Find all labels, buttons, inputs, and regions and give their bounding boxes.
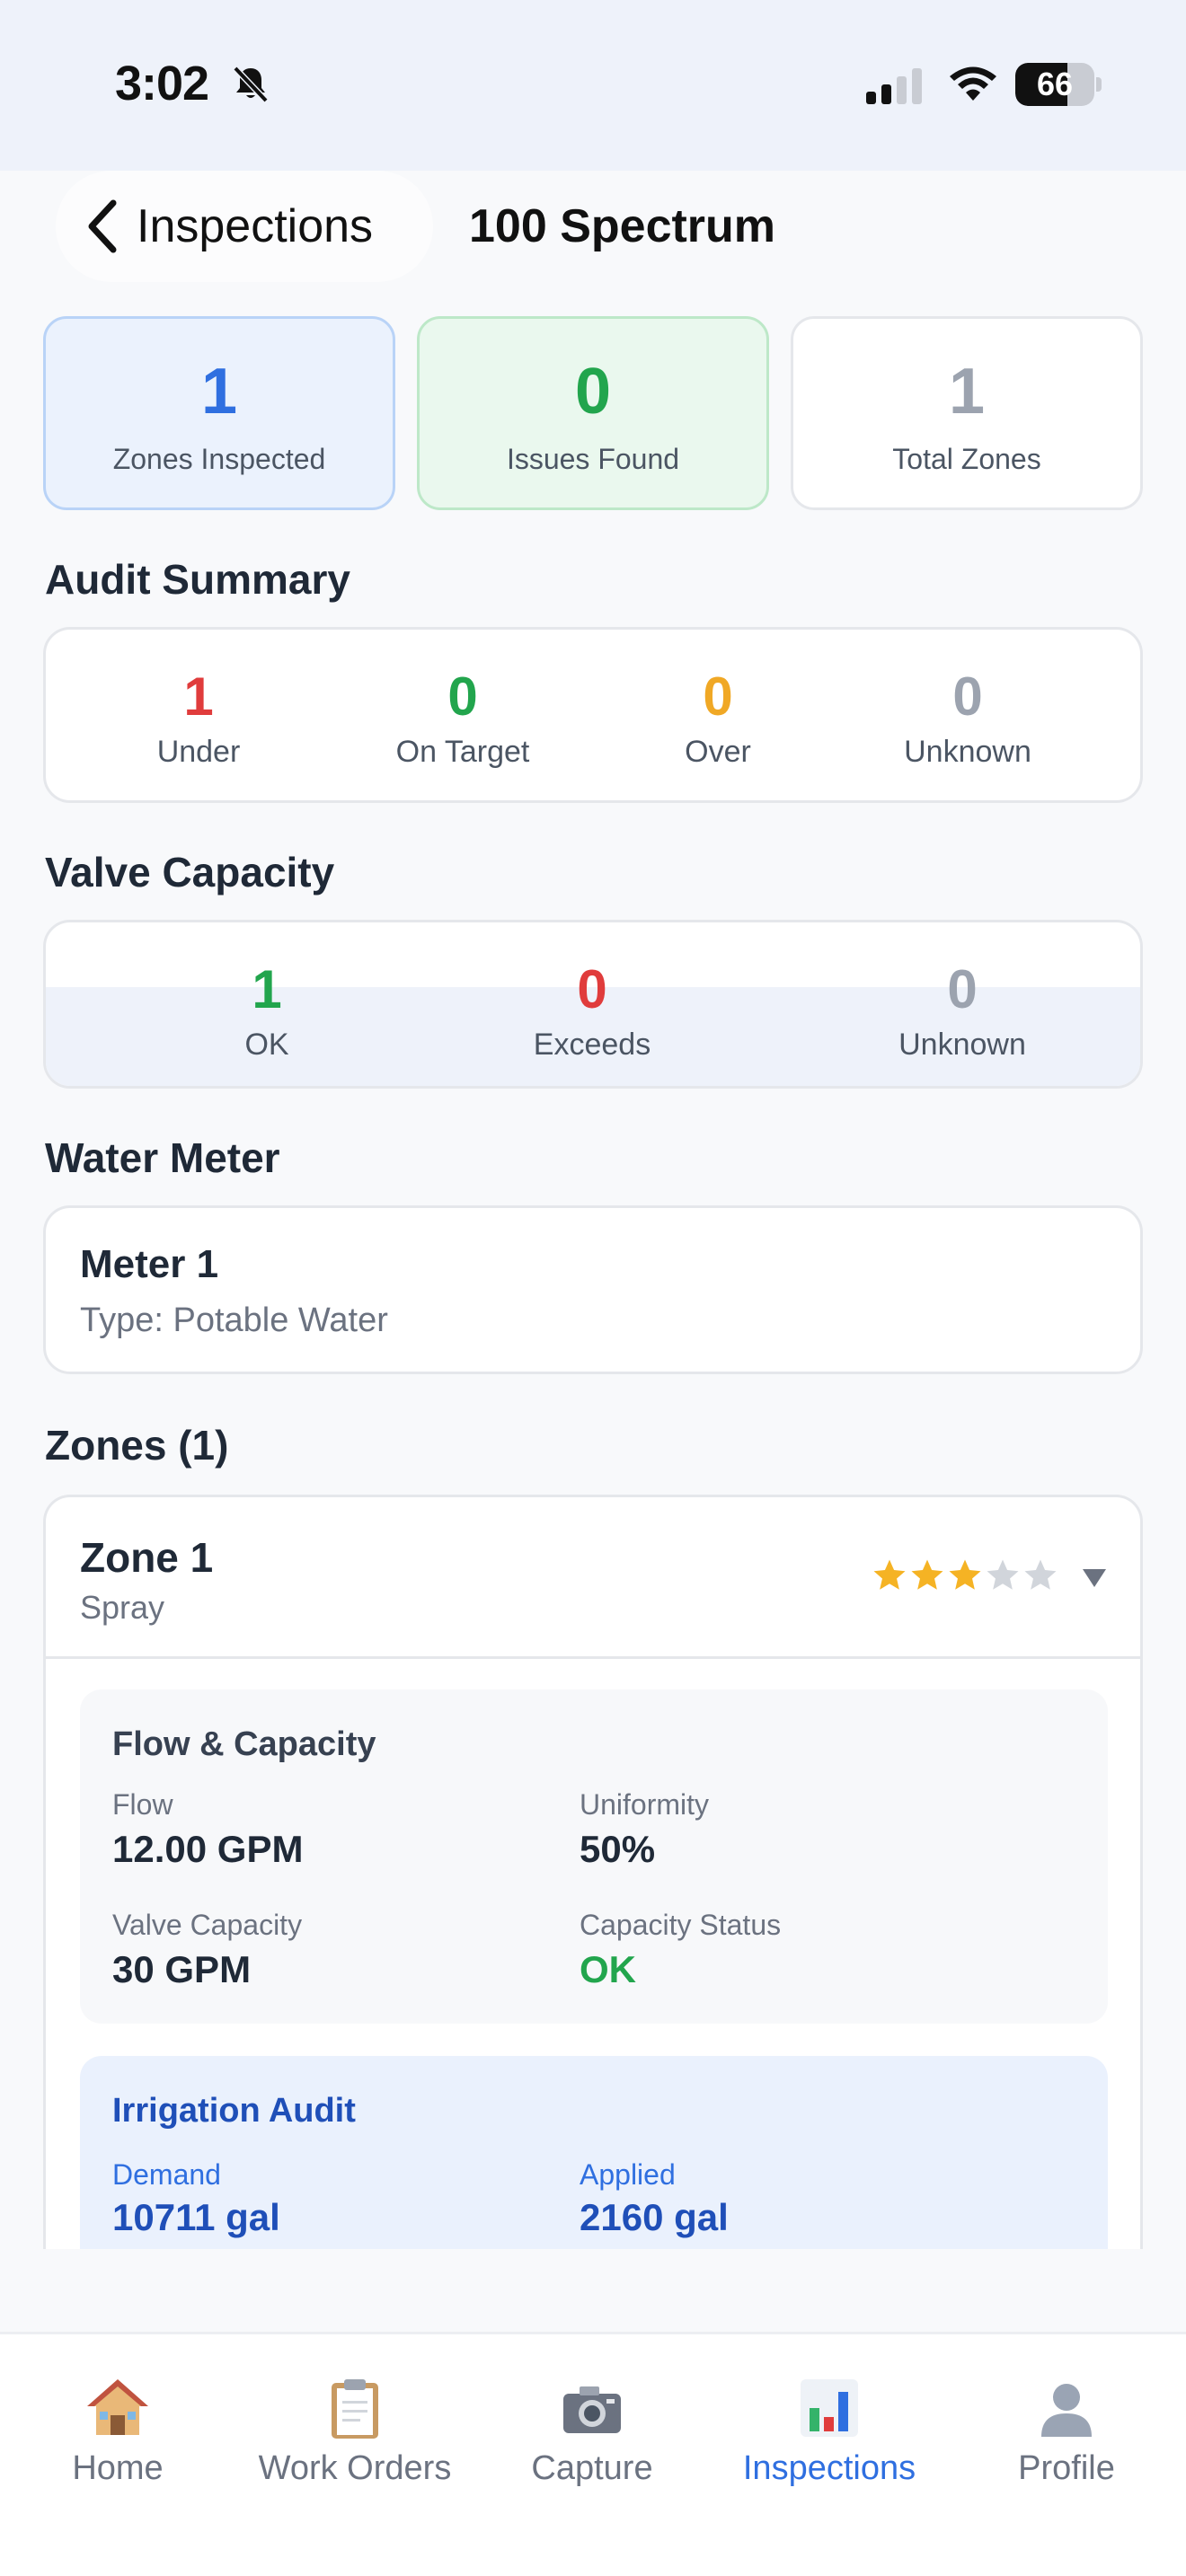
- star-filled-icon: [873, 1559, 906, 1590]
- valve-capacity-label: Valve Capacity: [112, 1909, 303, 1941]
- flow-capacity-section: Flow & Capacity Flow 12.00 GPM Uniformit…: [80, 1689, 1108, 2024]
- valve-unknown-metric: 0 Unknown: [898, 959, 1026, 1062]
- audit-unknown-metric: 0 Unknown: [904, 666, 1031, 769]
- wifi-icon: [950, 66, 996, 101]
- battery-indicator: 66: [1015, 63, 1102, 106]
- zones-inspected-card: 1 Zones Inspected: [43, 316, 395, 510]
- capacity-status-label: Capacity Status: [580, 1909, 782, 1941]
- valve-capacity-heading: Valve Capacity: [45, 849, 335, 895]
- water-meter-card[interactable]: Meter 1 Type: Potable Water: [43, 1205, 1143, 1374]
- back-label: Inspections: [137, 200, 374, 252]
- applied-label: Applied: [580, 2158, 676, 2191]
- irrigation-audit-title: Irrigation Audit: [112, 2092, 356, 2130]
- cellular-signal-icon: [866, 68, 922, 104]
- flow-capacity-title: Flow & Capacity: [112, 1725, 376, 1763]
- valve-capacity-value: 30 GPM: [112, 1948, 252, 1990]
- house-icon: [87, 2379, 148, 2435]
- uniformity-label: Uniformity: [580, 1788, 710, 1821]
- bell-slash-icon: [233, 66, 269, 103]
- clipboard-icon: [332, 2379, 378, 2439]
- flow-label: Flow: [112, 1788, 173, 1821]
- flow-value: 12.00 GPM: [112, 1828, 304, 1870]
- valve-capacity-panel: 1 OK 0 Exceeds 0 Unknown: [43, 920, 1143, 1089]
- app-screen: 3:02 66 Inspections 100 Spectrum 1 Zones…: [0, 0, 1186, 2576]
- zones-heading: Zones (1): [45, 1422, 229, 1469]
- audit-over-metric: 0 Over: [685, 666, 751, 769]
- irrigation-audit-section: Irrigation Audit Demand 10711 gal Applie…: [80, 2056, 1108, 2249]
- star-empty-icon: [1024, 1559, 1057, 1590]
- back-button[interactable]: Inspections: [56, 171, 433, 282]
- audit-under-metric: 1 Under: [156, 666, 241, 769]
- total-zones-card: 1 Total Zones: [791, 316, 1143, 510]
- tab-inspections[interactable]: Inspections: [717, 2376, 942, 2488]
- zone-card: Zone 1 Spray Flow & Capacity Flow 12.00 …: [43, 1495, 1143, 2249]
- tab-home[interactable]: Home: [5, 2376, 230, 2488]
- zone-name: Zone 1: [80, 1534, 214, 1581]
- status-bar: 3:02 66: [0, 0, 1186, 171]
- uniformity-value: 50%: [580, 1828, 656, 1870]
- person-icon: [1041, 2384, 1092, 2437]
- zone-header[interactable]: Zone 1 Spray: [46, 1497, 1140, 1659]
- demand-value: 10711 gal: [112, 2196, 280, 2238]
- valve-exceeds-metric: 0 Exceeds: [533, 959, 651, 1062]
- tab-profile[interactable]: Profile: [954, 2376, 1179, 2488]
- applied-value: 2160 gal: [580, 2196, 729, 2238]
- zone-type: Spray: [80, 1589, 165, 1626]
- capacity-status-value: OK: [580, 1948, 636, 1990]
- chevron-left-icon: [88, 199, 117, 253]
- audit-summary-panel: 1 Under 0 On Target 0 Over 0 Unknown: [43, 627, 1143, 803]
- chevron-down-icon[interactable]: [1081, 1567, 1108, 1589]
- issues-found-card: 0 Issues Found: [417, 316, 769, 510]
- tab-capture[interactable]: Capture: [480, 2376, 704, 2488]
- star-empty-icon: [987, 1559, 1019, 1590]
- status-time: 3:02: [115, 57, 209, 110]
- valve-ok-metric: 1 OK: [244, 959, 289, 1062]
- meter-name: Meter 1: [80, 1242, 219, 1286]
- audit-on-target-metric: 0 On Target: [395, 666, 530, 769]
- tab-work-orders[interactable]: Work Orders: [243, 2376, 467, 2488]
- camera-icon: [563, 2386, 621, 2433]
- page-title: 100 Spectrum: [469, 200, 776, 252]
- tab-bar: Home Work Orders Capture Inspections Pro…: [0, 2332, 1186, 2576]
- meter-type: Type: Potable Water: [80, 1301, 388, 1339]
- star-filled-icon: [911, 1559, 943, 1590]
- audit-summary-heading: Audit Summary: [45, 556, 350, 603]
- zone-rating: [871, 1557, 1059, 1601]
- water-meter-heading: Water Meter: [45, 1134, 280, 1181]
- demand-label: Demand: [112, 2158, 221, 2191]
- star-filled-icon: [949, 1559, 981, 1590]
- bar-chart-icon: [801, 2379, 858, 2437]
